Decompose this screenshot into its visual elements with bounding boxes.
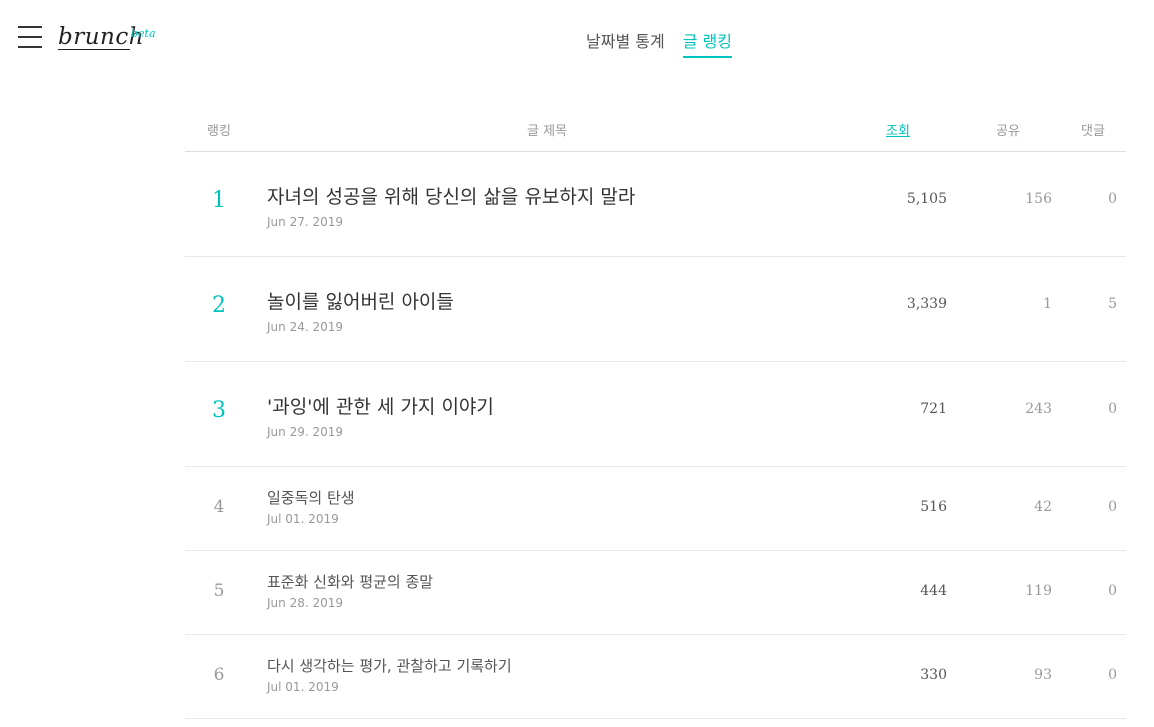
table-row[interactable]: 2 놀이를 잃어버린 아이들 Jun 24. 2019 3,339 1 5 (185, 257, 1126, 362)
table-row[interactable]: 6 다시 생각하는 평가, 관찰하고 기록하기 Jul 01. 2019 330… (185, 635, 1126, 719)
row-shares: 243 (1025, 401, 1052, 417)
table-header: 랭킹 글 제목 조회 공유 댓글 (185, 108, 1126, 152)
row-shares: 1 (1043, 296, 1052, 312)
row-shares: 93 (1034, 667, 1052, 683)
row-views: 444 (920, 583, 947, 599)
row-rank: 4 (213, 497, 225, 517)
tab-post-ranking[interactable]: 글 랭킹 (682, 28, 732, 58)
row-comments: 0 (1108, 191, 1117, 207)
row-comments: 0 (1108, 401, 1117, 417)
row-date: Jul 01. 2019 (267, 680, 339, 694)
row-rank: 6 (213, 665, 225, 685)
top-bar: brunch beta 날짜별 통계 글 랭킹 (0, 0, 1154, 80)
ranking-table: 랭킹 글 제목 조회 공유 댓글 1 자녀의 성공을 위해 당신의 삶을 유보하… (185, 108, 1126, 719)
hamburger-menu-icon[interactable] (18, 26, 42, 48)
row-date: Jun 27. 2019 (267, 215, 344, 229)
logo-beta-badge: beta (131, 27, 156, 40)
row-rank: 3 (212, 398, 226, 423)
row-views: 721 (920, 401, 947, 417)
stats-tabs: 날짜별 통계 글 랭킹 (586, 28, 732, 58)
row-rank: 5 (213, 581, 225, 601)
row-date: Jul 01. 2019 (267, 512, 339, 526)
row-views: 330 (920, 667, 947, 683)
row-date: Jun 24. 2019 (267, 320, 344, 334)
row-title[interactable]: 자녀의 성공을 위해 당신의 삶을 유보하지 말라 (267, 182, 635, 209)
row-comments: 0 (1108, 667, 1117, 683)
row-shares: 156 (1025, 191, 1052, 207)
row-title[interactable]: 일중독의 탄생 (267, 487, 355, 508)
table-row[interactable]: 3 '과잉'에 관한 세 가지 이야기 Jun 29. 2019 721 243… (185, 362, 1126, 467)
row-rank: 1 (212, 188, 226, 213)
table-row[interactable]: 5 표준화 신화와 평균의 종말 Jun 28. 2019 444 119 0 (185, 551, 1126, 635)
column-header-title: 글 제목 (527, 124, 568, 139)
column-header-comments[interactable]: 댓글 (1081, 120, 1105, 139)
row-title[interactable]: '과잉'에 관한 세 가지 이야기 (267, 392, 494, 419)
row-comments: 0 (1108, 499, 1117, 515)
row-title[interactable]: 다시 생각하는 평가, 관찰하고 기록하기 (267, 655, 512, 676)
row-views: 516 (920, 499, 947, 515)
row-rank: 2 (212, 293, 226, 318)
row-shares: 119 (1025, 583, 1052, 599)
logo-underline (58, 49, 130, 50)
row-date: Jun 28. 2019 (267, 596, 344, 610)
row-comments: 5 (1108, 296, 1117, 312)
row-date: Jun 29. 2019 (267, 425, 344, 439)
row-comments: 0 (1108, 583, 1117, 599)
column-header-rank: 랭킹 (207, 124, 231, 139)
row-shares: 42 (1034, 499, 1052, 515)
row-title[interactable]: 표준화 신화와 평균의 종말 (267, 571, 433, 592)
tab-daily-stats[interactable]: 날짜별 통계 (586, 28, 665, 58)
table-row[interactable]: 4 일중독의 탄생 Jul 01. 2019 516 42 0 (185, 467, 1126, 551)
row-title[interactable]: 놀이를 잃어버린 아이들 (267, 287, 454, 314)
row-views: 3,339 (906, 296, 947, 312)
table-row[interactable]: 1 자녀의 성공을 위해 당신의 삶을 유보하지 말라 Jun 27. 2019… (185, 152, 1126, 257)
column-header-views[interactable]: 조회 (886, 120, 910, 139)
row-views: 5,105 (906, 191, 947, 207)
column-header-shares[interactable]: 공유 (996, 120, 1020, 139)
